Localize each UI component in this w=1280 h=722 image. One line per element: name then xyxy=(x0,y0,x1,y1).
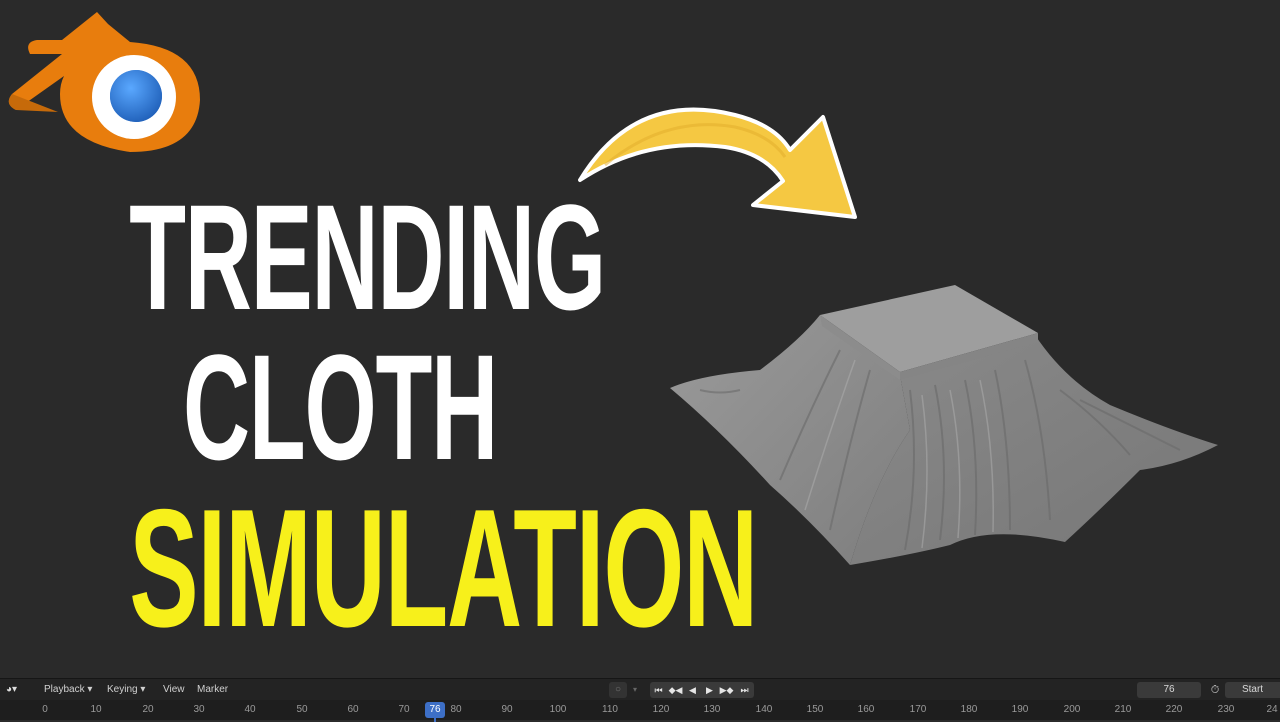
marker-menu[interactable]: Marker xyxy=(197,683,228,697)
jump-start-icon[interactable]: ⏮ xyxy=(650,682,667,698)
frame-ruler[interactable]: 0 10 20 30 40 50 60 70 80 90 100 110 120… xyxy=(0,700,1280,722)
tick-label: 40 xyxy=(244,704,256,715)
headline-line-3: SIMULATION xyxy=(129,474,758,662)
jump-end-icon[interactable]: ⏭ xyxy=(736,682,753,698)
tick-label: 120 xyxy=(652,704,670,715)
tick-label: 10 xyxy=(90,704,102,715)
tick-label: 190 xyxy=(1011,704,1029,715)
clock-editor-icon[interactable]: ◕▾ xyxy=(6,682,32,698)
view-menu[interactable]: View xyxy=(163,683,185,697)
viewport[interactable]: TRENDING CLOTH SIMULATION xyxy=(0,0,1280,678)
auto-keying-record-button[interactable]: ○ xyxy=(609,682,627,698)
tick-label: 90 xyxy=(501,704,513,715)
prev-keyframe-icon[interactable]: ◆◀ xyxy=(667,682,684,698)
keying-menu[interactable]: Keying ▾ xyxy=(107,683,145,697)
cloth-draped-table-render xyxy=(670,285,1218,565)
playback-menu[interactable]: Playback ▾ xyxy=(44,683,92,697)
tick-label: 24 xyxy=(1266,704,1278,715)
tick-label: 130 xyxy=(703,704,721,715)
tick-label: 110 xyxy=(602,704,618,715)
tick-label: 50 xyxy=(296,704,308,715)
headline-line-2: CLOTH xyxy=(182,323,498,491)
tick-label: 200 xyxy=(1063,704,1081,715)
tick-label: 30 xyxy=(193,704,205,715)
tick-label: 160 xyxy=(857,704,875,715)
tick-label: 70 xyxy=(398,704,410,715)
tick-label: 150 xyxy=(806,704,824,715)
playhead-frame-indicator[interactable]: 76 xyxy=(425,702,445,718)
tick-label: 0 xyxy=(42,704,48,715)
tick-label: 210 xyxy=(1114,704,1132,715)
playback-controls: ⏮ ◆◀ ◀ ▶ ▶◆ ⏭ xyxy=(650,682,754,698)
headline-line-1: TRENDING xyxy=(129,173,606,341)
blender-logo-icon xyxy=(8,12,200,152)
playhead-line[interactable] xyxy=(434,718,436,722)
next-keyframe-icon[interactable]: ▶◆ xyxy=(718,682,735,698)
tick-label: 170 xyxy=(909,704,927,715)
current-frame-field[interactable]: 76 xyxy=(1137,682,1201,698)
start-frame-field[interactable]: Start xyxy=(1225,682,1280,698)
tick-label: 180 xyxy=(960,704,978,715)
tick-label: 220 xyxy=(1165,704,1183,715)
stopwatch-icon[interactable]: ⏱ xyxy=(1207,682,1223,698)
curved-arrow-icon xyxy=(578,107,857,219)
tick-label: 80 xyxy=(450,704,462,715)
tick-label: 20 xyxy=(142,704,154,715)
tick-label: 140 xyxy=(755,704,773,715)
tick-label: 230 xyxy=(1217,704,1235,715)
timeline-editor[interactable]: ◕▾ Playback ▾ Keying ▾ View Marker ○ ▾ ⏮… xyxy=(0,678,1280,722)
tick-label: 60 xyxy=(347,704,359,715)
timeline-header: ◕▾ Playback ▾ Keying ▾ View Marker ○ ▾ ⏮… xyxy=(0,678,1280,701)
chevron-down-icon[interactable]: ▾ xyxy=(628,682,642,698)
tick-label: 100 xyxy=(549,704,567,715)
play-reverse-icon[interactable]: ◀ xyxy=(684,682,701,698)
play-icon[interactable]: ▶ xyxy=(701,682,718,698)
